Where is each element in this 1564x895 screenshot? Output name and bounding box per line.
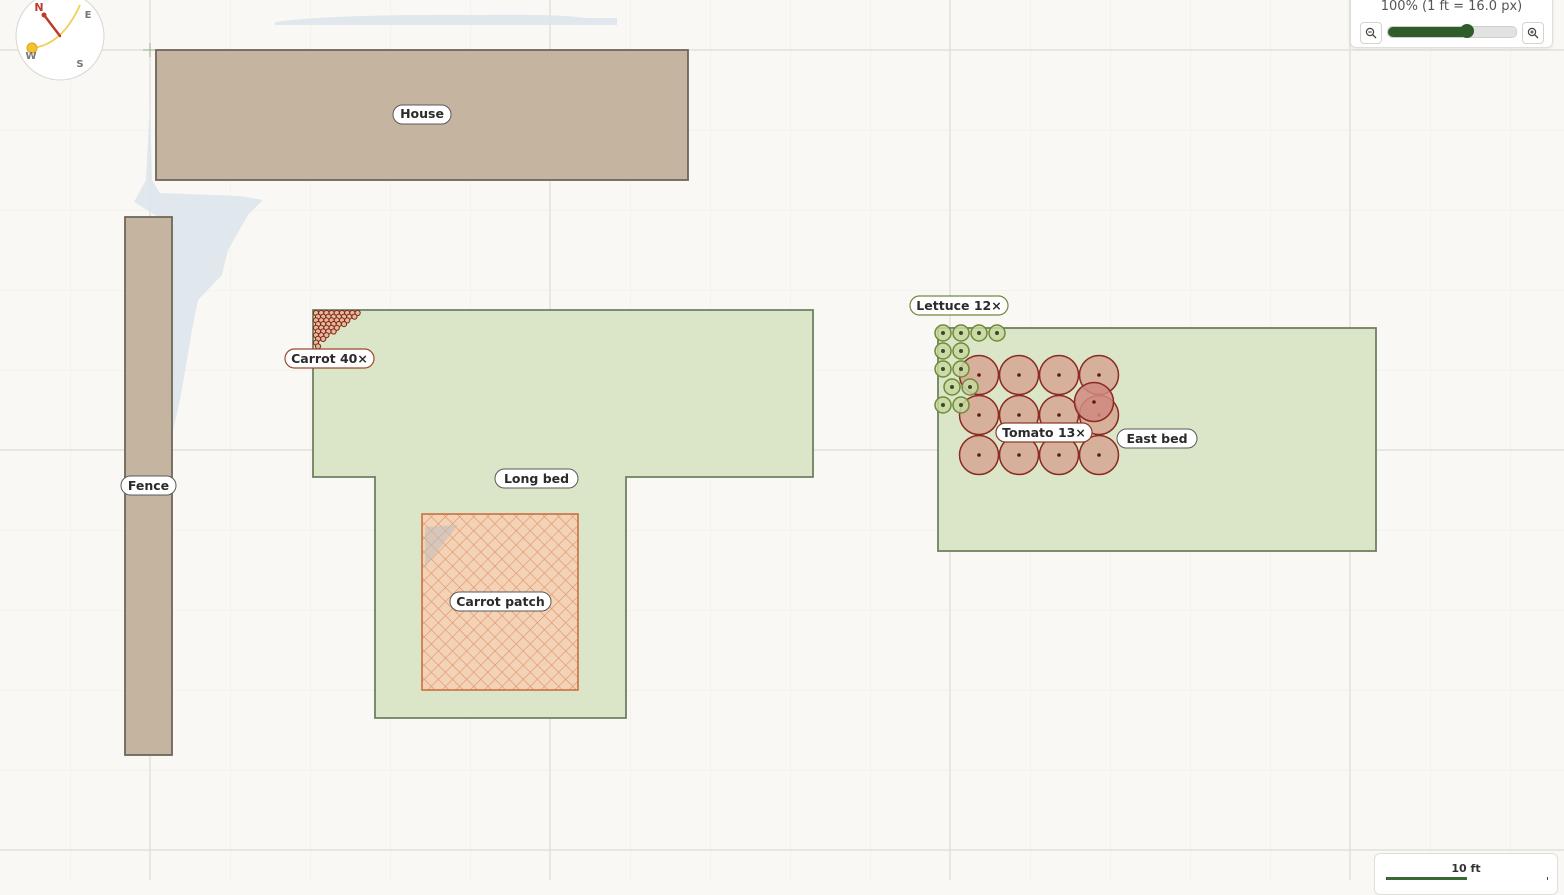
tomato-plant[interactable] [998,354,1040,396]
house-label: House [392,104,452,125]
compass-west: W [25,51,36,62]
lettuce-plant[interactable] [952,396,970,414]
east-bed-label: East bed [1116,428,1198,449]
svg-text:East bed: East bed [1126,431,1187,446]
carrot-plant[interactable] [340,321,348,328]
tomato-plant[interactable] [1038,354,1080,396]
carrot-plant[interactable] [330,328,337,335]
carrot-plant[interactable] [314,343,322,350]
lettuce-plant[interactable] [934,342,952,360]
tomato-plant[interactable] [1073,381,1115,423]
lettuce-plant[interactable] [952,324,970,342]
svg-text:Tomato 13×: Tomato 13× [1002,425,1086,440]
tomato-planting-label: Tomato 13× [995,422,1093,443]
svg-text:Carrot 40×: Carrot 40× [291,351,368,366]
tomato-plant-cluster[interactable] [958,354,1120,476]
zoom-in-icon [1527,27,1539,39]
lettuce-plant[interactable] [952,360,970,378]
zoom-in-button[interactable] [1522,22,1544,44]
compass-south: S [76,59,83,70]
svg-text:Carrot patch: Carrot patch [456,594,545,609]
lettuce-plant[interactable] [934,360,952,378]
zoom-slider-fill [1388,27,1468,37]
compass-east: E [85,10,92,21]
lettuce-plant[interactable] [934,324,952,342]
long-bed-label: Long bed [494,468,579,489]
scale-label: 10 ft [1451,862,1481,875]
svg-text:Lettuce 12×: Lettuce 12× [916,298,1001,313]
carrot-patch-label: Carrot patch [449,591,552,612]
scale-panel: 10 ft [1374,853,1558,895]
lettuce-plant[interactable] [943,378,961,396]
svg-text:Fence: Fence [128,478,169,493]
carrot-plant[interactable] [320,335,327,342]
zoom-slider-thumb[interactable] [1460,24,1475,38]
carrot-planting-label: Carrot 40× [284,348,375,369]
lettuce-plant[interactable] [970,324,988,342]
zoom-out-icon [1365,27,1377,39]
zoom-slider[interactable] [1387,24,1517,38]
lettuce-plant[interactable] [934,396,952,414]
fence-label: Fence [120,475,177,496]
lettuce-plant[interactable] [988,324,1006,342]
compass-north: N [34,1,43,14]
lettuce-plant[interactable] [961,378,979,396]
zoom-panel: 100% (1 ft = 16.0 px) [1350,0,1553,48]
zoom-readout: 100% (1 ft = 16.0 px) [1380,0,1523,14]
svg-text:House: House [400,106,444,121]
garden-canvas[interactable]: House Fence Long bed Carrot patch East b… [0,0,1564,880]
lettuce-plant[interactable] [952,342,970,360]
tomato-plant[interactable] [958,434,1000,476]
svg-text:Long bed: Long bed [504,471,569,486]
carrot-plant[interactable] [351,313,358,320]
compass[interactable]: N E S W [15,0,105,81]
lettuce-planting-label: Lettuce 12× [909,295,1009,316]
zoom-out-button[interactable] [1360,22,1382,44]
